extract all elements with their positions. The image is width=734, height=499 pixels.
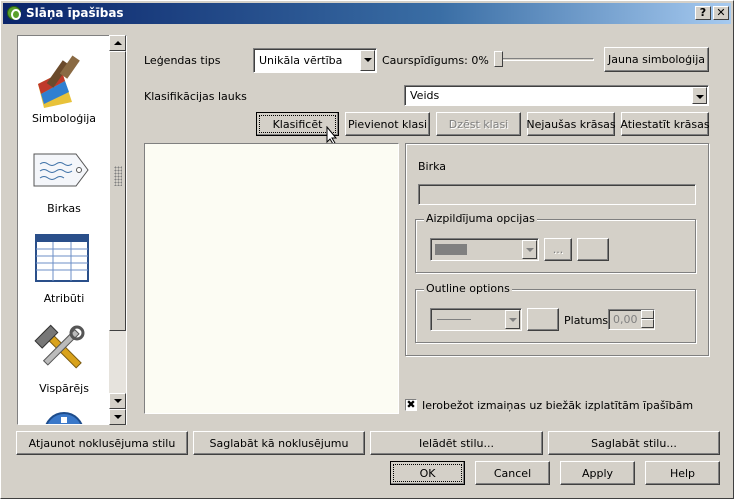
help-button[interactable]: Help bbox=[645, 461, 720, 485]
sidebar-item-metadata[interactable] bbox=[18, 410, 110, 424]
sidebar-item-labels[interactable]: Birkas bbox=[18, 146, 110, 236]
chevron-down-icon[interactable] bbox=[505, 310, 520, 329]
close-button[interactable]: ✕ bbox=[713, 6, 729, 20]
sidebar-item-label: Atribūti bbox=[43, 292, 85, 305]
fill-options-title: Aizpildījuma opcijas bbox=[424, 212, 537, 225]
scroll-thumb[interactable] bbox=[109, 51, 126, 331]
load-style-button[interactable]: Ielādēt stilu... bbox=[370, 431, 543, 455]
sidebar-scrollbar[interactable] bbox=[109, 35, 126, 425]
window-title: Slāņa īpašības bbox=[26, 6, 124, 20]
sidebar-item-symbology[interactable]: Simboloģija bbox=[18, 54, 110, 144]
fill-style-select[interactable] bbox=[430, 238, 539, 261]
legend-type-label: Leģendas tips bbox=[144, 54, 221, 67]
transparency-slider-track[interactable] bbox=[498, 58, 594, 61]
title-bar[interactable]: Slāņa īpašības ? ✕ bbox=[3, 3, 731, 24]
symbol-properties-panel: Birka Aizpildījuma opcijas ... Outline o… bbox=[405, 143, 709, 356]
label-caption: Birka bbox=[418, 160, 447, 173]
spin-down-icon[interactable] bbox=[641, 319, 654, 328]
transparency-slider-handle[interactable] bbox=[494, 51, 503, 67]
legend-type-select[interactable]: Unikāla vērtība bbox=[253, 48, 377, 73]
outline-color-button[interactable] bbox=[527, 308, 559, 331]
paintbrush-icon bbox=[38, 55, 80, 108]
class-list[interactable] bbox=[144, 143, 399, 414]
save-style-button[interactable]: Saglabāt stilu... bbox=[548, 431, 720, 455]
chevron-down-icon[interactable] bbox=[360, 50, 375, 71]
cancel-button[interactable]: Cancel bbox=[475, 461, 550, 485]
scroll-down-arrow-icon[interactable] bbox=[109, 409, 126, 425]
apply-button[interactable]: Apply bbox=[560, 461, 635, 485]
restrict-checkbox[interactable]: ✖ bbox=[405, 399, 417, 411]
fill-color-button[interactable] bbox=[577, 238, 609, 261]
classification-field-select[interactable]: Veids bbox=[404, 85, 709, 106]
width-label: Platums bbox=[564, 314, 609, 327]
scroll-up-arrow-icon[interactable] bbox=[109, 35, 126, 51]
label-input[interactable] bbox=[418, 184, 696, 205]
outline-options-title: Outline options bbox=[424, 282, 512, 295]
sidebar-item-attributes[interactable]: Atribūti bbox=[18, 234, 110, 324]
fill-pattern-swatch bbox=[435, 244, 467, 255]
legend-type-value: Unikāla vērtība bbox=[259, 54, 343, 67]
scroll-down-arrow-icon[interactable] bbox=[109, 393, 126, 409]
width-spinbox[interactable]: 0,00 bbox=[608, 309, 655, 330]
new-symbology-button[interactable]: Jauna simboloģija bbox=[604, 47, 709, 72]
line-style-swatch bbox=[437, 319, 471, 320]
label-tag-icon bbox=[33, 153, 89, 187]
fill-more-button[interactable]: ... bbox=[544, 238, 572, 261]
table-icon bbox=[35, 234, 89, 282]
random-colors-button[interactable]: Nejaušas krāsas bbox=[526, 112, 616, 136]
tools-icon bbox=[34, 324, 85, 369]
delete-class-button[interactable]: Dzēst klasi bbox=[436, 112, 521, 136]
width-value: 0,00 bbox=[613, 313, 638, 326]
restore-default-style-button[interactable]: Atjaunot noklusējuma stilu bbox=[16, 431, 188, 455]
reset-colors-button[interactable]: Atiestatīt krāsas bbox=[620, 112, 710, 136]
sidebar-item-label: Vispārējs bbox=[39, 382, 89, 395]
outline-options-group: Outline options Platums 0,00 bbox=[415, 282, 696, 343]
chevron-down-icon[interactable] bbox=[522, 240, 537, 259]
context-help-button[interactable]: ? bbox=[695, 6, 711, 20]
fill-options-group: Aizpildījuma opcijas ... bbox=[415, 212, 696, 273]
classification-field-label: Klasifikācijas lauks bbox=[144, 90, 247, 103]
metadata-icon bbox=[45, 412, 83, 424]
layer-properties-window: Slāņa īpašības ? ✕ Simboloģija Birkas At… bbox=[0, 0, 734, 499]
add-class-button[interactable]: Pievienot klasi bbox=[345, 112, 430, 136]
restrict-checkbox-label: Ierobežot izmaiņas uz biežāk izplatītām … bbox=[422, 399, 694, 412]
save-as-default-button[interactable]: Saglabāt kā noklusējumu bbox=[193, 431, 365, 455]
sidebar-item-label: Simboloģija bbox=[31, 112, 97, 125]
transparency-label: Caurspīdīgums: 0% bbox=[382, 54, 489, 67]
sidebar-item-general[interactable]: Vispārējs bbox=[18, 322, 110, 412]
outline-style-select[interactable] bbox=[430, 308, 522, 331]
sidebar-item-label: Birkas bbox=[47, 202, 81, 215]
chevron-down-icon[interactable] bbox=[692, 87, 707, 104]
qgis-logo-icon bbox=[7, 6, 21, 20]
splitter-grip-icon[interactable] bbox=[114, 166, 122, 186]
spin-up-icon[interactable] bbox=[641, 310, 654, 319]
classification-field-value: Veids bbox=[410, 89, 440, 102]
ok-button[interactable]: OK bbox=[390, 461, 465, 485]
